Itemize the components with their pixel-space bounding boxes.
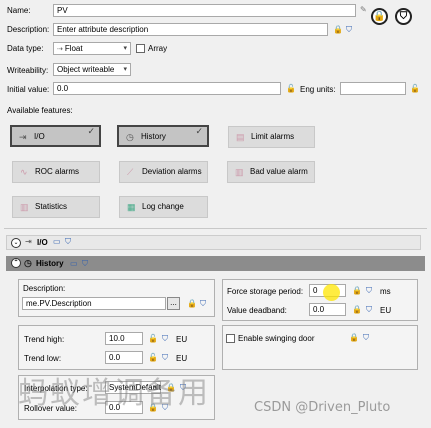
description-lock-icon[interactable]: 🔒 [333,26,343,34]
writeability-select[interactable]: Object writeable ▾ [53,63,131,76]
bad-value-alarm-icon: ▥ [235,167,244,177]
feature-history-button[interactable]: ◷ History ✓ [117,125,209,147]
history-section-label: History [36,259,64,268]
trend-low-lock-icon[interactable]: 🔓 [148,354,158,362]
force-storage-lock-icon[interactable]: 🔒 [352,287,362,295]
value-deadband-lock-icon[interactable]: 🔒 [352,306,362,314]
force-storage-shield-icon[interactable]: ⛉ [366,287,374,295]
io-section-header[interactable]: ⌄ ⇥ I/O ▭ ⛉ [6,235,421,250]
collapse-chevron-icon[interactable]: ⌃ [11,258,21,268]
initial-value-input[interactable]: 0.0 [53,82,281,95]
available-features-label: Available features: [7,106,73,115]
feature-log-change-label: Log change [142,202,184,211]
expand-chevron-icon[interactable]: ⌄ [11,238,21,248]
history-description-shield-icon[interactable]: ⛉ [200,300,208,308]
trend-high-input[interactable]: 10.0 [105,332,143,345]
limit-alarm-icon: ▤ [236,132,245,142]
trend-high-lock-icon[interactable]: 🔓 [148,335,158,343]
trend-high-unit: EU [176,335,188,344]
history-section-icon: ◷ [24,258,32,268]
array-checkbox[interactable] [136,44,145,53]
check-icon: ✓ [195,126,203,136]
book-icon: ▭ [53,237,61,246]
book-icon: ▭ [70,259,78,268]
trend-low-unit: EU [176,354,188,363]
cursor-highlight [323,284,340,301]
history-section-header[interactable]: ⌃ ◷ History ▭ ⛉ [6,256,425,271]
force-storage-unit: ms [380,287,391,296]
trend-high-label: Trend high: [24,335,65,344]
round-lock-button[interactable]: 🔒 [371,8,388,25]
description-label: Description: [7,25,50,34]
value-deadband-unit: EU [380,306,392,315]
value-deadband-label: Value deadband: [227,306,287,315]
feature-io-label: I/O [34,132,45,141]
chevron-down-icon: ▾ [123,45,127,52]
data-type-value: Float [64,44,83,53]
io-section-icon: ⇥ [25,237,32,246]
description-input[interactable]: Enter attribute description [53,23,328,36]
initial-value-lock-icon[interactable]: 🔓 [286,85,296,93]
chevron-down-icon: ▾ [123,66,127,73]
ellipsis-button[interactable]: ... [167,297,180,310]
feature-io-button[interactable]: ⇥ I/O ✓ [10,125,101,147]
eng-units-input[interactable] [340,82,406,95]
trend-high-shield-icon[interactable]: ⛉ [162,335,170,343]
feature-deviation-alarms-label: Deviation alarms [142,167,202,176]
swinging-door-lock-icon[interactable]: 🔒 [349,334,359,342]
trend-low-label: Trend low: [24,354,62,363]
value-deadband-input[interactable]: 0.0 [309,303,346,316]
check-icon: ✓ [87,126,95,136]
io-section-label: I/O [37,238,48,247]
data-type-label: Data type: [7,44,44,53]
value-deadband-shield-icon[interactable]: ⛉ [366,306,374,314]
shield-icon: ⛉ [82,259,88,268]
history-description-input[interactable]: me.PV.Description [22,297,166,310]
force-storage-label: Force storage period: [227,287,304,296]
feature-statistics-button[interactable]: ▥ Statistics [12,196,100,218]
feature-limit-alarms-button[interactable]: ▤ Limit alarms [228,126,315,148]
feature-deviation-alarms-button[interactable]: ⟋ Deviation alarms [119,161,208,183]
history-icon: ◷ [126,132,134,142]
deviation-alarm-icon: ⟋ [127,167,134,177]
swinging-door-label: Enable swinging door [238,334,315,343]
log-change-icon: ▦ [127,202,136,212]
round-shield-button[interactable]: ⛉ [395,8,412,25]
watermark: CSDN @Driven_Pluto [254,400,391,415]
array-label: Array [148,44,168,53]
feature-roc-alarms-label: ROC alarms [35,167,80,176]
feature-history-label: History [141,132,166,141]
io-icon: ⇥ [19,132,27,142]
feature-bad-value-alarm-button[interactable]: ▥ Bad value alarm [227,161,315,183]
name-label: Name: [7,6,31,15]
writeability-label: Writeability: [7,66,49,75]
data-type-select[interactable]: ⇢ Float ▾ [53,42,131,55]
shield-icon: ⛉ [65,237,71,246]
name-input[interactable]: PV [53,4,356,17]
name-edit-icon[interactable]: ✎ [360,6,368,14]
divider [4,228,427,229]
trend-low-input[interactable]: 0.0 [105,351,143,364]
eng-units-label: Eng units: [300,85,336,94]
statistics-icon: ▥ [20,202,29,212]
swinging-door-checkbox[interactable] [226,334,235,343]
initial-value-label: Initial value: [7,85,50,94]
feature-roc-alarms-button[interactable]: ∿ ROC alarms [12,161,100,183]
trend-low-shield-icon[interactable]: ⛉ [162,354,170,362]
history-description-label: Description: [23,284,66,293]
swinging-door-shield-icon[interactable]: ⛉ [363,334,371,342]
feature-statistics-label: Statistics [35,202,68,211]
watermark-cjk: 蚂蚁增调备用 [18,376,210,411]
swinging-door-group [222,325,418,370]
feature-log-change-button[interactable]: ▦ Log change [119,196,208,218]
history-description-lock-icon[interactable]: 🔒 [187,300,197,308]
feature-limit-alarms-label: Limit alarms [251,132,295,141]
float-type-icon: ⇢ [57,46,65,53]
writeability-value: Object writeable [57,65,115,74]
description-shield-icon[interactable]: ⛉ [346,26,354,34]
feature-bad-value-alarm-label: Bad value alarm [250,167,308,176]
roc-alarm-icon: ∿ [20,167,28,177]
eng-units-lock-icon[interactable]: 🔓 [410,85,420,93]
